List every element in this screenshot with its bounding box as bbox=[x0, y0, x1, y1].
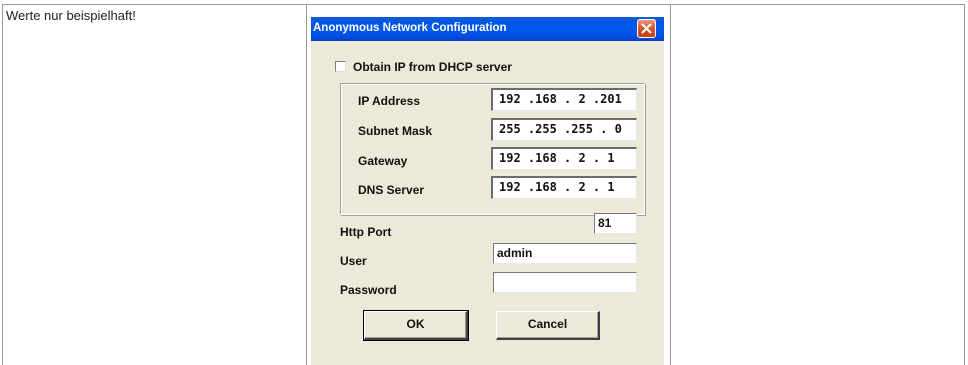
dialog-titlebar[interactable]: Anonymous Network Configuration bbox=[311, 17, 664, 41]
cancel-button[interactable]: Cancel bbox=[496, 311, 600, 340]
close-button[interactable] bbox=[637, 19, 656, 38]
close-icon bbox=[641, 23, 652, 34]
user-field[interactable]: admin bbox=[493, 243, 637, 264]
http-port-label: Http Port bbox=[340, 225, 392, 239]
ip-address-label: IP Address bbox=[358, 94, 421, 108]
subnet-mask-label: Subnet Mask bbox=[358, 124, 433, 138]
password-label: Password bbox=[340, 283, 397, 297]
ip-address-field[interactable]: 192 .168 . 2 .201 bbox=[491, 88, 637, 111]
network-config-dialog: Anonymous Network Configuration Obtain I… bbox=[311, 17, 664, 365]
dhcp-checkbox-label: Obtain IP from DHCP server bbox=[353, 60, 512, 74]
column-divider-right bbox=[670, 5, 671, 365]
password-field[interactable] bbox=[493, 272, 637, 293]
dns-server-field[interactable]: 192 .168 . 2 . 1 bbox=[491, 176, 637, 199]
ok-button[interactable]: OK bbox=[363, 310, 469, 341]
gateway-field[interactable]: 192 .168 . 2 . 1 bbox=[491, 147, 637, 170]
subnet-mask-field[interactable]: 255 .255 .255 . 0 bbox=[491, 118, 637, 141]
dns-server-label: DNS Server bbox=[358, 183, 425, 197]
example-values-note: Werte nur beispielhaft! bbox=[6, 8, 136, 23]
dialog-title: Anonymous Network Configuration bbox=[313, 22, 507, 34]
http-port-field[interactable]: 81 bbox=[594, 213, 637, 234]
gateway-label: Gateway bbox=[358, 154, 408, 168]
dhcp-checkbox[interactable] bbox=[335, 61, 346, 72]
column-divider-left bbox=[306, 5, 307, 365]
user-label: User bbox=[340, 254, 367, 268]
